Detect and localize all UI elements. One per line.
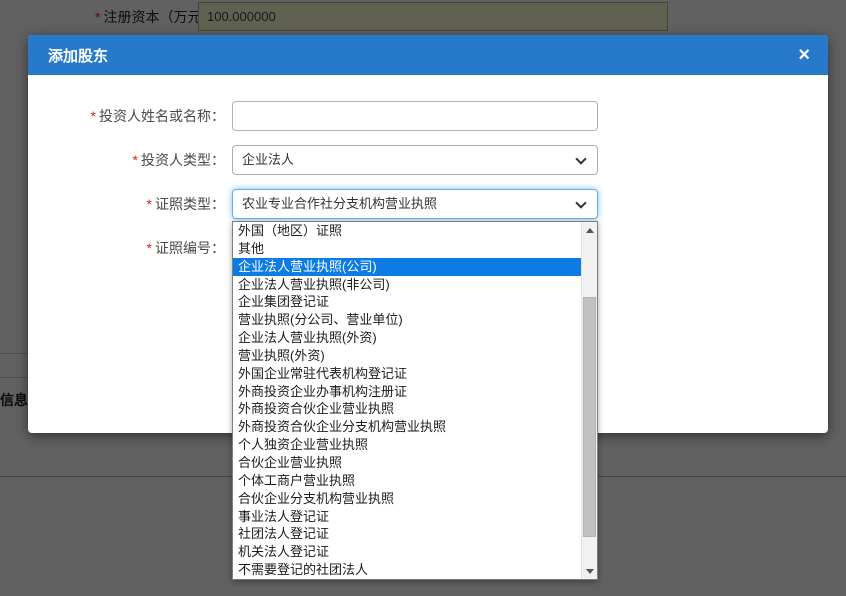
dropdown-option[interactable]: 个体工商户营业执照 — [233, 472, 581, 490]
dropdown-option[interactable]: 企业法人营业执照(公司) — [233, 258, 581, 276]
license-type-selected-value: 农业专业合作社分支机构营业执照 — [242, 196, 437, 211]
investor-type-label-text: 投资人类型： — [141, 152, 225, 168]
dropdown-option[interactable]: 事业法人登记证 — [233, 508, 581, 526]
dropdown-option[interactable]: 企业集团登记证 — [233, 293, 581, 311]
dropdown-scrollbar[interactable] — [581, 222, 597, 579]
modal-header: 添加股东 × — [28, 35, 828, 75]
dropdown-option[interactable]: 外商投资合伙企业营业执照 — [233, 400, 581, 418]
dropdown-option[interactable]: 其他 — [233, 240, 581, 258]
dropdown-option[interactable]: 企业法人营业执照(非公司) — [233, 276, 581, 294]
modal-title: 添加股东 — [48, 45, 108, 66]
required-asterisk: * — [133, 152, 138, 168]
scroll-up-arrow-icon[interactable] — [582, 222, 597, 238]
license-type-label-text: 证照类型： — [155, 196, 225, 212]
dropdown-option[interactable]: 营业执照(分公司、营业单位) — [233, 311, 581, 329]
required-asterisk: * — [147, 240, 152, 256]
license-type-dropdown: 外国（地区）证照其他企业法人营业执照(公司)企业法人营业执照(非公司)企业集团登… — [232, 221, 598, 580]
form-row-license-type: *证照类型： 农业专业合作社分支机构营业执照 — [28, 189, 828, 219]
chevron-down-icon — [575, 197, 586, 208]
dropdown-option[interactable]: 合伙企业分支机构营业执照 — [233, 490, 581, 508]
dropdown-option[interactable]: 个人独资企业营业执照 — [233, 436, 581, 454]
license-number-label: *证照编号： — [28, 238, 225, 258]
chevron-down-icon — [575, 153, 586, 164]
license-type-select[interactable]: 农业专业合作社分支机构营业执照 — [232, 189, 598, 219]
investor-type-label: *投资人类型： — [28, 150, 225, 170]
dropdown-option[interactable]: 外国（地区）证照 — [233, 222, 581, 240]
dropdown-option[interactable]: 机关法人登记证 — [233, 543, 581, 561]
investor-name-label: *投资人姓名或名称： — [28, 106, 225, 126]
license-type-label: *证照类型： — [28, 194, 225, 214]
scrollbar-track[interactable] — [582, 238, 597, 563]
investor-type-selected-value: 企业法人 — [242, 152, 294, 167]
license-number-label-text: 证照编号： — [155, 240, 225, 256]
dropdown-option[interactable]: 不需要登记的社团法人 — [233, 561, 581, 579]
form-row-investor-type: *投资人类型： 企业法人 — [28, 145, 828, 175]
investor-name-label-text: 投资人姓名或名称： — [99, 108, 225, 124]
required-asterisk: * — [147, 196, 152, 212]
dropdown-option[interactable]: 外商投资合伙企业分支机构营业执照 — [233, 418, 581, 436]
dropdown-option[interactable]: 外商投资企业办事机构注册证 — [233, 383, 581, 401]
dropdown-option-list: 外国（地区）证照其他企业法人营业执照(公司)企业法人营业执照(非公司)企业集团登… — [233, 222, 581, 579]
dropdown-option[interactable]: 合伙企业营业执照 — [233, 454, 581, 472]
scrollbar-thumb[interactable] — [583, 297, 596, 537]
form-row-investor-name: *投资人姓名或名称： — [28, 101, 828, 131]
dropdown-option[interactable]: 营业执照(外资) — [233, 347, 581, 365]
dropdown-option[interactable]: 企业法人营业执照(外资) — [233, 329, 581, 347]
page: *注册资本（万元）： 100.000000 信息 添加股东 × *投资人姓名或名… — [0, 0, 846, 596]
scroll-down-arrow-icon[interactable] — [582, 563, 597, 579]
close-icon[interactable]: × — [798, 45, 810, 65]
investor-type-select[interactable]: 企业法人 — [232, 145, 598, 175]
required-asterisk: * — [91, 108, 96, 124]
dropdown-option[interactable]: 社团法人登记证 — [233, 525, 581, 543]
dropdown-option[interactable]: 外国企业常驻代表机构登记证 — [233, 365, 581, 383]
investor-name-input[interactable] — [232, 101, 598, 131]
